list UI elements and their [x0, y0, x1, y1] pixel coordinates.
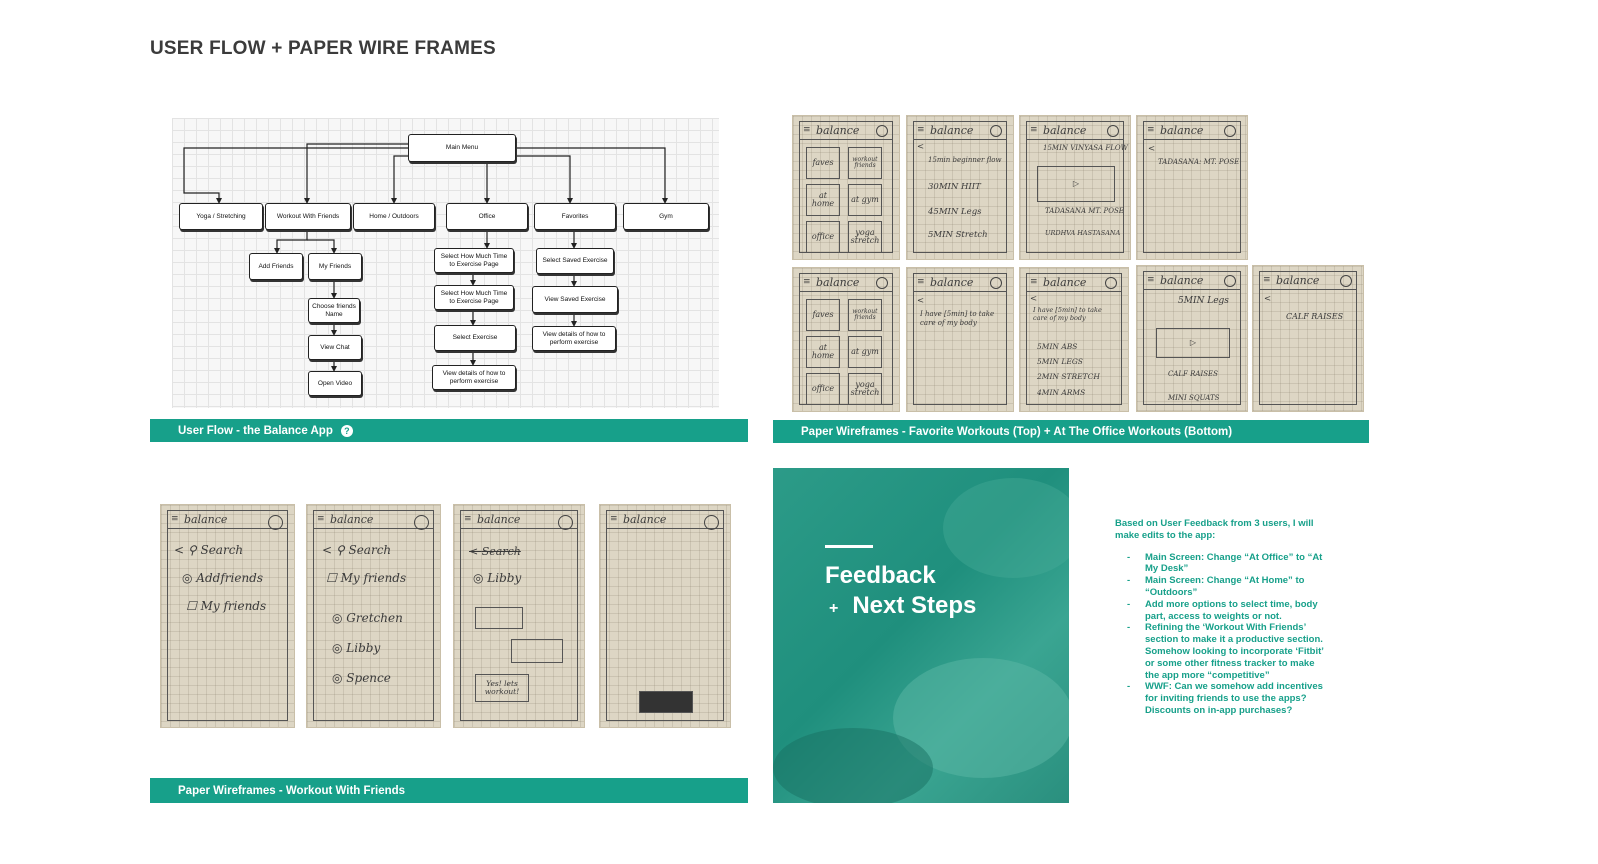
next-steps-heading: + Next Steps [829, 592, 977, 619]
favorites-caption-bar: Paper Wireframes - Favorite Workouts (To… [773, 420, 1369, 443]
feedback-intro: Based on User Feedback from 3 users, I w… [1115, 518, 1314, 541]
flow-node-select-exercise: Select Exercise [434, 325, 516, 351]
sketch-office-main: ≡ balance faves workout friends at home a… [792, 267, 900, 412]
flow-node-workout-friends: Workout With Friends [265, 203, 351, 230]
feedback-rule [825, 545, 873, 548]
user-flow-caption-bar: User Flow - the Balance App ? [150, 419, 748, 442]
sketch-fav-list: ≡ balance < 15min beginner flow 30MIN HII… [906, 115, 1014, 260]
flow-node-office: Office [446, 203, 528, 230]
flow-node-select-time-2: Select How Much Time to Exercise Page [434, 285, 514, 310]
feedback-list: Main Screen: Change “At Office” to “At M… [1115, 552, 1330, 717]
sketch-fav-video: ≡ balance 15MIN VINYASA FLOW ▷ TADASANA M… [1019, 115, 1131, 260]
list-item: WWF: Can we somehow add incentives for i… [1115, 681, 1330, 716]
favorites-caption: Paper Wireframes - Favorite Workouts (To… [801, 425, 1233, 438]
friends-caption: Paper Wireframes - Workout With Friends [178, 784, 406, 797]
flow-node-view-details-fav: View details of how to perform exercise [532, 326, 616, 351]
sketch-office-options: ≡ balance < I have [5min] to take care of… [1019, 267, 1129, 412]
flow-node-select-saved: Select Saved Exercise [536, 248, 614, 274]
flow-node-favorites: Favorites [534, 203, 616, 230]
list-item: Main Screen: Change “At Office” to “At M… [1115, 552, 1330, 576]
feedback-notes: Based on User Feedback from 3 users, I w… [1115, 518, 1330, 717]
sketch-office-calf: ≡ balance < CALF RAISES [1252, 265, 1364, 412]
flow-node-view-chat: View Chat [308, 335, 362, 360]
feedback-image: Feedback + Next Steps [773, 468, 1069, 803]
sketch-office-legs: ≡ balance 5MIN Legs ▷ CALF RAISES MINI SQ… [1136, 265, 1248, 412]
user-flow-caption: User Flow - the Balance App [178, 424, 333, 437]
user-flow-diagram: Main Menu Yoga / Stretching Workout With… [172, 118, 719, 408]
flow-node-main-menu: Main Menu [408, 134, 516, 162]
flow-node-home-outdoors: Home / Outdoors [353, 203, 435, 230]
sketch-office-time: ≡ balance < I have [5min] to take care of… [906, 267, 1014, 412]
flow-node-open-video: Open Video [308, 371, 362, 396]
list-item: Main Screen: Change “At Home” to “Outdoo… [1115, 575, 1330, 599]
flow-node-add-friends: Add Friends [249, 253, 303, 280]
flow-node-gym: Gym [623, 203, 709, 230]
sketch-fav-main: ≡ balance faves workout friends at home a… [792, 115, 900, 260]
info-icon[interactable]: ? [340, 424, 353, 437]
feedback-photo-overlay [773, 478, 1069, 803]
sketch-fav-pose: ≡ balance < TADASANA: MT. POSE [1136, 115, 1248, 260]
page-title: USER FLOW + PAPER WIRE FRAMES [150, 38, 496, 59]
flow-node-choose-friends: Choose friends Name [308, 298, 360, 323]
friends-caption-bar: Paper Wireframes - Workout With Friends [150, 778, 748, 803]
flow-node-yoga: Yoga / Stretching [179, 203, 263, 230]
sketch-friends-list: ≡ balance < ⚲ Search ☐ My friends ◎ Gretc… [306, 504, 441, 728]
flow-node-select-time-1: Select How Much Time to Exercise Page [434, 248, 514, 273]
flow-node-view-details-office: View details of how to perform exercise [432, 365, 516, 390]
feedback-heading: Feedback [825, 562, 936, 589]
sketch-friends-video: ≡ balance [599, 504, 731, 728]
flow-node-view-saved: View Saved Exercise [532, 286, 618, 313]
flow-node-my-friends: My Friends [308, 253, 362, 280]
list-item: Add more options to select time, body pa… [1115, 599, 1330, 623]
sketch-friends-chat: ≡ balance < Search ◎ Libby Yes! lets work… [453, 504, 585, 728]
sketch-friends-search: ≡ balance < ⚲ Search ◎ Addfriends ☐ My fr… [160, 504, 295, 728]
list-item: Refining the ‘Workout With Friends’ sect… [1115, 622, 1330, 681]
